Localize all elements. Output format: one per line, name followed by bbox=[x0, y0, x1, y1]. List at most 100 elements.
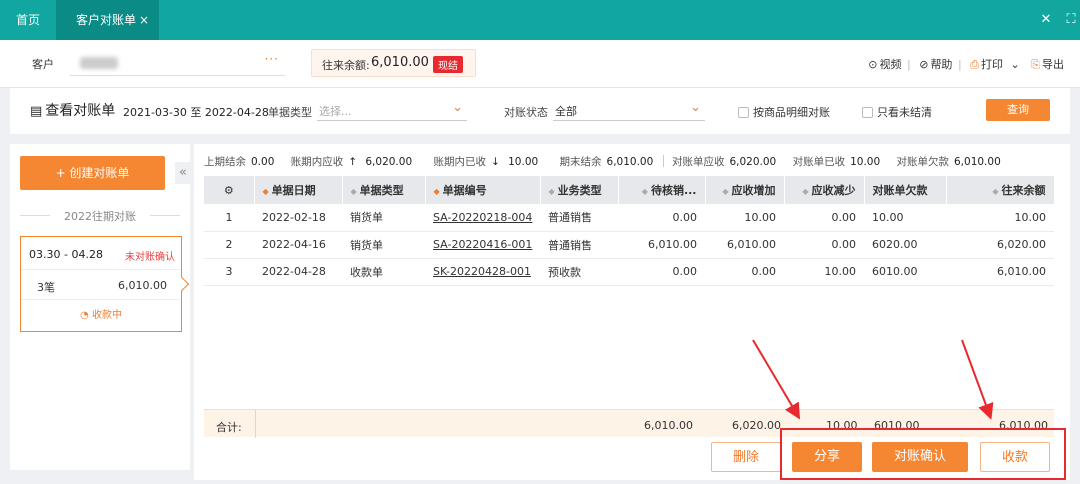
cell-doc-number[interactable]: SA-20220416-001 bbox=[425, 231, 540, 259]
summary-label: 账期内应收 bbox=[290, 156, 344, 168]
checkbox-icon[interactable] bbox=[738, 107, 749, 118]
cell-doc-number[interactable]: SK-20220428-001 bbox=[425, 258, 540, 286]
sort-icon: ◆ bbox=[641, 187, 648, 196]
help-icon[interactable]: ⊘ bbox=[919, 58, 928, 71]
tab-customer-statement[interactable]: 客户对账单 × bbox=[56, 0, 159, 40]
column-header[interactable]: ◆ 应收增加 bbox=[705, 176, 785, 204]
column-settings-icon[interactable]: ⚙ bbox=[204, 176, 255, 204]
row-index: 2 bbox=[204, 231, 254, 259]
customer-bar: 客户 ··· 往来余额: 6,010.00 现结 ⊙ 视频 | ⊘ 帮助 | ⎙ 打印… bbox=[0, 40, 1080, 88]
cell-owed: 6020.00 bbox=[864, 231, 946, 259]
table-header-row: ⚙ ◆ 单据日期 ◆ 单据类型 ◆ 单据编号 ◆ 业务类型 ◆ 待核销... ◆ 应收增加 … bbox=[204, 176, 1055, 204]
cell-pending: 0.00 bbox=[618, 258, 705, 286]
cell-increase: 6,010.00 bbox=[705, 231, 784, 259]
export-icon[interactable]: ⎘ bbox=[1031, 58, 1040, 71]
cell-doc-type: 收款单 bbox=[342, 258, 425, 286]
cell-balance: 10.00 bbox=[946, 204, 1054, 232]
balance-value: 6,010.00 bbox=[371, 55, 429, 70]
tab-home[interactable]: 首页 bbox=[0, 0, 56, 40]
cell-pending: 6,010.00 bbox=[618, 231, 705, 259]
column-header[interactable]: ◆ 业务类型 bbox=[540, 176, 619, 204]
summary-value: 6,010.00 bbox=[954, 156, 1001, 168]
more-icon[interactable]: ··· bbox=[265, 52, 279, 66]
status-value: 全部 bbox=[555, 105, 577, 118]
chevron-down-icon[interactable]: ⌄ bbox=[1010, 58, 1019, 71]
statement-icon: ▤ bbox=[30, 104, 43, 119]
video-link[interactable]: 视频 bbox=[880, 58, 902, 71]
period-status: 未对账确认 bbox=[125, 252, 175, 263]
balance-label: 往来余额: bbox=[322, 59, 370, 72]
period-card-body: 3笔 6,010.00 bbox=[21, 270, 181, 300]
column-header[interactable]: ◆ 单据编号 bbox=[425, 176, 541, 204]
column-header[interactable]: 对账单欠款 bbox=[864, 176, 947, 204]
cell-pending: 0.00 bbox=[618, 204, 705, 232]
separator: | bbox=[907, 58, 911, 71]
doc-type-placeholder: 选择... bbox=[319, 105, 352, 118]
period-header: 2022往期对账 bbox=[20, 208, 180, 224]
unsettled-checkbox[interactable]: 只看未结清 bbox=[862, 104, 932, 120]
status-label: 对账状态 bbox=[504, 106, 548, 119]
create-statement-button[interactable]: + 创建对账单 bbox=[20, 156, 165, 190]
table-row[interactable]: 3 2022-04-28 收款单 SK-20220428-001 预收款 0.0… bbox=[204, 258, 1054, 286]
customer-input[interactable]: ··· bbox=[70, 52, 285, 76]
separator: | bbox=[957, 58, 962, 71]
detail-checkbox[interactable]: 按商品明细对账 bbox=[738, 104, 830, 120]
sort-icon: ◆ bbox=[548, 187, 555, 196]
query-button[interactable]: 查询 bbox=[986, 99, 1050, 121]
table-row[interactable]: 2 2022-04-16 销货单 SA-20220416-001 普通销售 6,… bbox=[204, 231, 1054, 259]
doc-type-select[interactable]: 选择... ⌄ bbox=[317, 97, 467, 121]
summary-value: ↑ 6,020.00 bbox=[348, 156, 413, 168]
summary-label: 账期内已收 bbox=[433, 156, 486, 168]
collapse-icon[interactable]: « bbox=[175, 162, 191, 184]
period-sidebar: + 创建对账单 « 2022往期对账 03.30 - 04.28 未对账确认 3… bbox=[10, 144, 191, 470]
arrow-up-icon: ↑ bbox=[348, 156, 361, 168]
sort-icon: ◆ bbox=[992, 187, 999, 196]
delete-button[interactable]: 删除 bbox=[711, 442, 781, 472]
print-link[interactable]: 打印 bbox=[981, 58, 1003, 71]
cell-increase: 0.00 bbox=[705, 258, 784, 286]
export-link[interactable]: 导出 bbox=[1042, 58, 1064, 71]
summary-value: 6,010.00 bbox=[606, 156, 654, 168]
close-window-icon[interactable]: ✕ bbox=[1036, 0, 1056, 40]
help-link[interactable]: 帮助 bbox=[930, 58, 952, 71]
maximize-icon[interactable]: ⛶ bbox=[1062, 0, 1080, 40]
date-range[interactable]: 2021-03-30 至 2022-04-28 bbox=[123, 104, 269, 120]
chevron-down-icon: ⌄ bbox=[690, 100, 701, 115]
cell-owed: 10.00 bbox=[864, 204, 946, 232]
collect-status: ◔ 收款中 bbox=[80, 310, 122, 321]
chevron-down-icon: ⌄ bbox=[452, 100, 463, 115]
page-title: ▤ 查看对账单 bbox=[30, 103, 116, 119]
sort-icon: ◆ bbox=[433, 187, 440, 196]
summary-value: 0.00 bbox=[251, 156, 275, 168]
total-increase: 6,020.00 bbox=[732, 419, 781, 432]
summary-label: 上期结余 bbox=[204, 156, 246, 168]
column-header[interactable]: ◆ 待核销... bbox=[618, 176, 706, 204]
clock-icon: ◔ bbox=[80, 310, 92, 321]
column-header[interactable]: ◆ 单据日期 bbox=[254, 176, 343, 204]
column-header[interactable]: ◆ 应收减少 bbox=[784, 176, 865, 204]
print-icon[interactable]: ⎙ bbox=[970, 58, 979, 71]
summary-label: 对账单欠款 bbox=[896, 156, 950, 168]
cell-doc-number[interactable]: SA-20220218-004 bbox=[425, 204, 540, 232]
column-header[interactable]: ◆ 往来余额 bbox=[946, 176, 1055, 204]
filter-bar: ▤ 查看对账单 2021-03-30 至 2022-04-28 单据类型 选择..… bbox=[10, 88, 1070, 134]
cell-doc-type: 销货单 bbox=[342, 231, 425, 259]
status-select[interactable]: 全部 ⌄ bbox=[553, 97, 705, 121]
sort-icon: ◆ bbox=[722, 187, 729, 196]
period-card-header: 03.30 - 04.28 未对账确认 bbox=[21, 237, 181, 270]
tab-close-icon[interactable]: × bbox=[139, 0, 149, 40]
highlight-box bbox=[780, 428, 1066, 480]
table-row[interactable]: 1 2022-02-18 销货单 SA-20220218-004 普通销售 0.… bbox=[204, 204, 1054, 232]
doc-type-label: 单据类型 bbox=[268, 106, 312, 119]
tab-label: 客户对账单 bbox=[76, 13, 137, 27]
top-actions: ⊙ 视频 | ⊘ 帮助 | ⎙ 打印 ⌄ ⎘ 导出 bbox=[866, 56, 1064, 72]
period-card[interactable]: 03.30 - 04.28 未对账确认 3笔 6,010.00 ◔ 收款中 bbox=[20, 236, 190, 332]
cell-increase: 10.00 bbox=[705, 204, 784, 232]
statement-table: ⚙ ◆ 单据日期 ◆ 单据类型 ◆ 单据编号 ◆ 业务类型 ◆ 待核销... ◆ 应收增加 … bbox=[204, 176, 1055, 286]
video-icon[interactable]: ⊙ bbox=[868, 58, 877, 71]
cell-doc-type: 销货单 bbox=[342, 204, 425, 232]
column-header[interactable]: ◆ 单据类型 bbox=[342, 176, 426, 204]
checkbox-icon[interactable] bbox=[862, 107, 873, 118]
summary-bar: 上期结余 0.00 账期内应收 ↑ 6,020.00 账期内已收 ↓ 10.00 期末… bbox=[204, 154, 1014, 169]
sort-icon: ◆ bbox=[350, 187, 357, 196]
